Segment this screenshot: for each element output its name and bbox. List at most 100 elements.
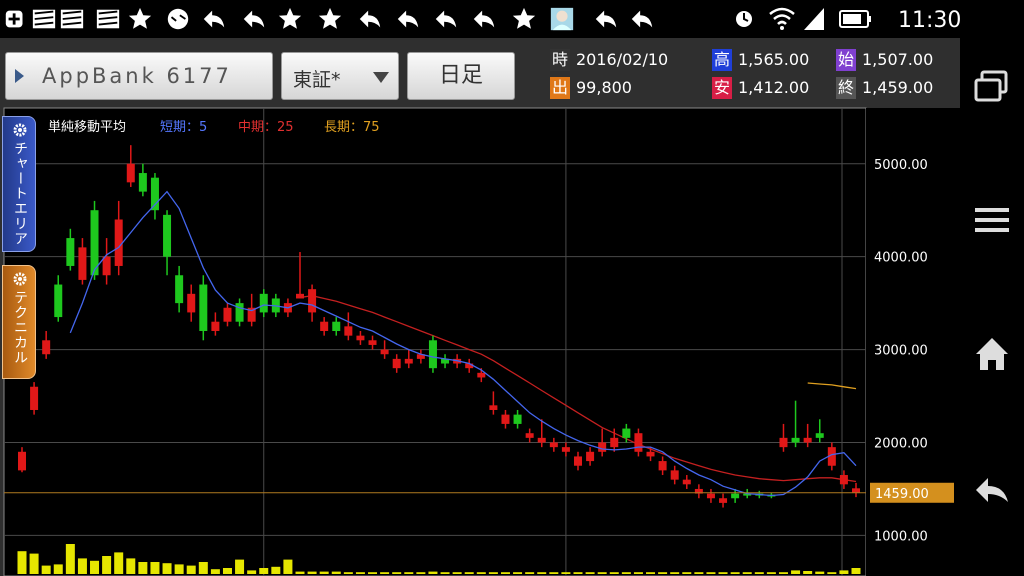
y-axis-area [866,108,960,576]
volume-bar [307,571,317,574]
volume-bar [186,565,196,574]
open-value: 1,507.00 [862,50,934,69]
volume-bar [585,572,595,574]
candle-body [852,488,860,493]
candle-body [525,433,534,438]
candle-body [235,303,244,322]
volume-bar [464,572,474,574]
reply-icon [473,10,495,28]
candle-body [815,433,824,438]
volume-bar [525,572,535,574]
volume-bar [440,572,450,574]
volume-bar [488,572,498,574]
star-icon [278,7,302,29]
candle-body [187,293,196,313]
volume-bar [682,572,692,574]
legend-long-ma: 長期：75 [324,120,380,135]
volume-bar [561,572,571,574]
volume-bar [114,552,124,574]
candle-body [586,451,595,462]
tab-chart-area[interactable]: チャートエリア [2,116,36,252]
volume-bar [41,565,51,574]
candle-body [114,219,123,266]
volume-bar [259,568,269,574]
star-icon [318,7,342,29]
candle-body [428,340,437,369]
candle-body [199,284,208,331]
candle-body [211,321,220,331]
volume-bar [646,572,656,574]
volume-bar [609,572,619,574]
volume-bar [102,556,112,574]
candle-body [18,451,26,471]
stock-chart-app: AppBank 6177 東証* 日足 時 2016/02/10 出 99,80… [0,38,960,576]
signal-icon [804,8,824,30]
candle-body [126,163,135,183]
menu-icon[interactable] [970,198,1014,242]
volume-bar [126,558,136,574]
volume-bar [319,571,329,574]
volume-bar [17,551,27,574]
plus-icon [5,10,23,28]
flag-icon [60,9,84,29]
volume-bar [730,572,740,574]
reply-icon [631,10,653,28]
volume-bar [633,572,643,574]
volume-bar [295,571,305,574]
tab-technical[interactable]: テクニカル [2,265,36,379]
current-price-label: 1459.00 [875,487,929,502]
candle-body [66,238,75,266]
high-label: 高 [712,49,732,71]
screen: 11:30 AppBank 6177 東証* 日足 時 2016/02/10 出… [0,0,1024,576]
volume-bar [839,570,849,574]
system-status: 11:30 [736,7,960,33]
candle-body [682,479,691,485]
navigation-bar [960,0,1024,576]
volume-bar [754,572,764,574]
candle-body [78,247,87,280]
candle-body [610,437,619,448]
volume-bar [222,568,232,574]
candle-body [30,386,39,410]
reply-icon [595,10,617,28]
volume-bar [658,572,668,574]
high-value: 1,565.00 [738,50,810,69]
volume-bar [803,571,813,574]
volume-bar [597,572,607,574]
y-tick-label: 3000.00 [874,344,928,359]
volume-bar [355,572,365,574]
volume-bar [815,571,825,574]
reply-icon [397,10,419,28]
candle-body [634,433,643,452]
volume-bar [271,566,281,574]
volume-bar [138,562,148,574]
alarm-icon [736,11,752,27]
candle-body [803,437,812,443]
candle-body [163,214,172,257]
volume-bar [174,564,184,574]
volume-bar [65,544,75,574]
star-icon [128,7,152,29]
home-icon[interactable] [970,332,1014,376]
recent-apps-icon[interactable] [970,64,1014,108]
candle-body [622,428,631,438]
volume-bar [742,572,752,574]
volume-bar [77,558,87,574]
candle-body [223,307,232,322]
volume-bar [404,572,414,574]
candle-body [296,293,304,299]
back-icon[interactable] [970,468,1014,512]
candle-body [706,493,715,499]
candle-body [574,456,582,466]
candlestick-chart[interactable]: 5000.004000.003000.002000.001000.0011/11… [0,76,960,576]
volume-bar [283,559,293,574]
volume-bar [150,562,160,574]
flag-icon [96,9,120,29]
volume-bar [331,571,341,574]
candle-body [501,414,510,424]
y-tick-label: 2000.00 [874,437,928,452]
candle-body [598,442,607,452]
volume-bar [573,572,583,574]
candle-body [102,256,111,276]
status-bar: 11:30 [0,0,960,38]
